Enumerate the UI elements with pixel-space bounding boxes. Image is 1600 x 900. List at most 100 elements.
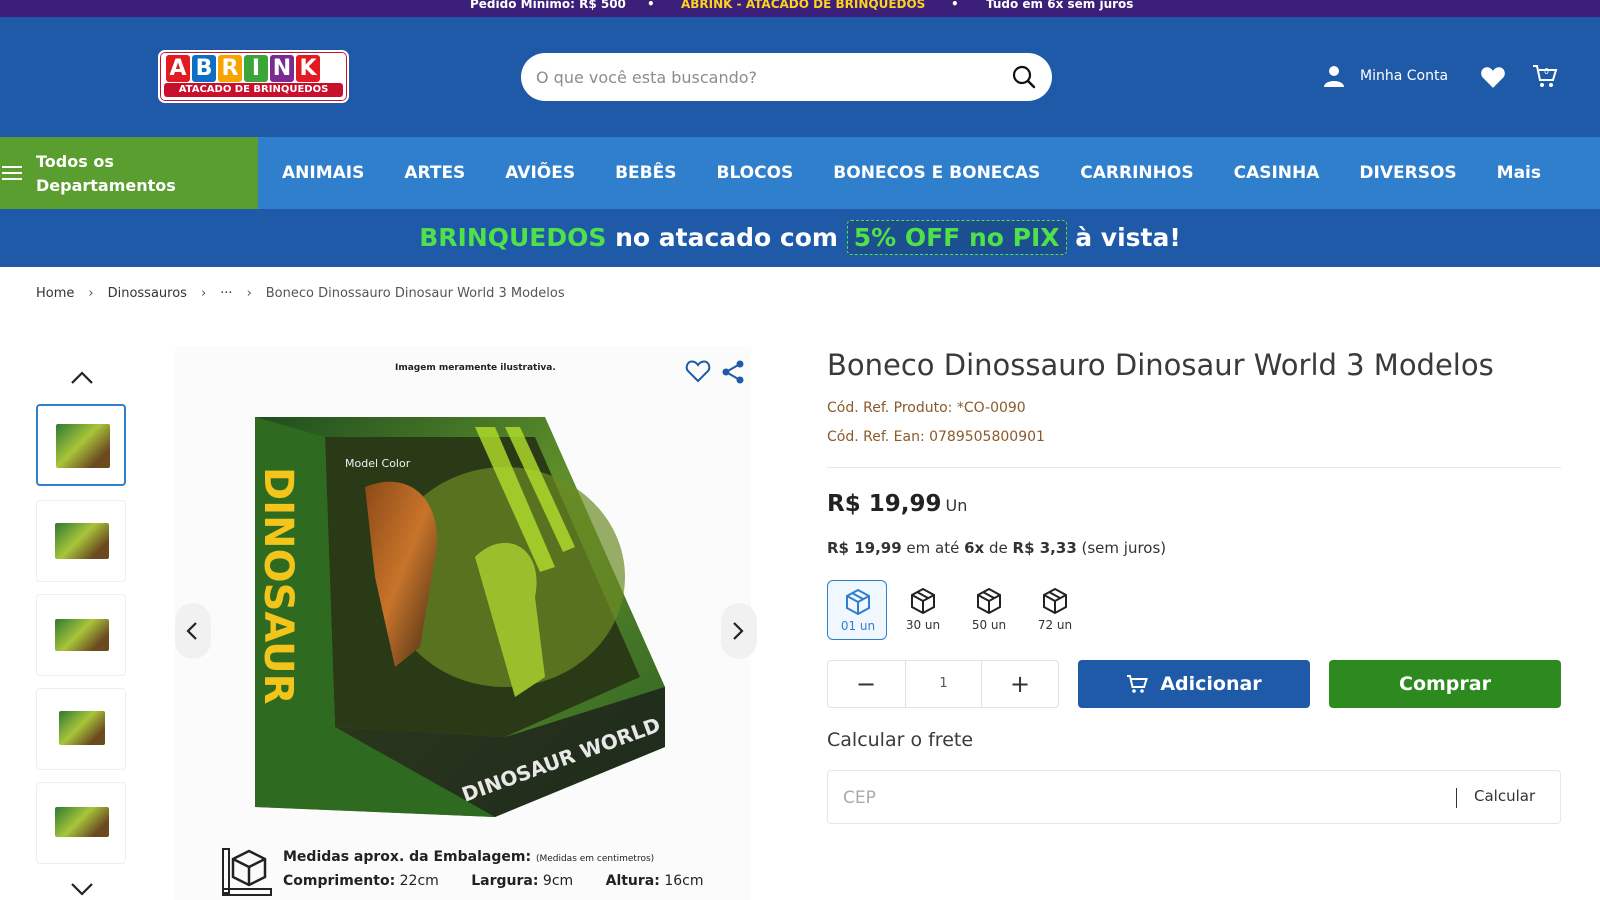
logo-letter: I bbox=[244, 55, 268, 82]
divider bbox=[827, 467, 1561, 468]
price-value: R$ 19,99 bbox=[827, 491, 942, 517]
measures-note: (Medidas em centimetros) bbox=[535, 854, 655, 864]
nav-item-casinha[interactable]: CASINHA bbox=[1214, 163, 1340, 183]
account-link[interactable]: Minha Conta bbox=[1322, 64, 1448, 88]
thumbnail-image bbox=[55, 523, 109, 559]
pack-option-50[interactable]: 50 un bbox=[959, 580, 1019, 640]
breadcrumb-category[interactable]: Dinossauros bbox=[108, 286, 187, 301]
package-ruler-icon bbox=[222, 848, 272, 896]
pack-size-selector: 01 un 30 un 50 un 72 un bbox=[827, 580, 1085, 640]
installments-text: Tudo em 6x sem juros bbox=[986, 0, 1134, 11]
cep-input[interactable] bbox=[843, 786, 1423, 810]
site-header: ABRINK ATACADO DE BRINQUEDOS Minha Conta… bbox=[0, 17, 1600, 137]
share-icon[interactable] bbox=[721, 359, 745, 385]
thumbs-up-chevron-icon[interactable] bbox=[68, 367, 96, 389]
width-value: 9cm bbox=[542, 873, 574, 889]
nav-item-carrinhos[interactable]: CARRINHOS bbox=[1060, 163, 1213, 183]
next-image-button[interactable] bbox=[721, 603, 757, 659]
nav-item-bebes[interactable]: BEBÊS bbox=[595, 163, 696, 183]
promo-text-end: à vista! bbox=[1066, 223, 1181, 252]
prev-image-button[interactable] bbox=[175, 603, 211, 659]
nav-item-artes[interactable]: ARTES bbox=[384, 163, 485, 183]
pack-option-01[interactable]: 01 un bbox=[827, 580, 887, 640]
search-icon[interactable] bbox=[1012, 65, 1036, 89]
chevron-left-icon bbox=[186, 622, 197, 640]
thumbnail-image bbox=[55, 619, 109, 651]
main-navigation: Todos os Departamentos ANIMAIS ARTES AVI… bbox=[0, 137, 1600, 209]
pack-option-72[interactable]: 72 un bbox=[1025, 580, 1085, 640]
nav-item-avioes[interactable]: AVIÕES bbox=[485, 163, 595, 183]
promo-pix-badge: 5% OFF no PIX bbox=[846, 220, 1067, 255]
measures-title-text: Medidas aprox. da Embalagem: bbox=[283, 849, 532, 865]
nav-item-bonecos[interactable]: BONECOS E BONECAS bbox=[813, 163, 1060, 183]
product-ean-code: Cód. Ref. Ean: 0789505800901 bbox=[827, 429, 1045, 445]
thumbnail-5[interactable] bbox=[36, 782, 126, 864]
promo-text: no atacado com bbox=[606, 223, 847, 252]
height-value: 16cm bbox=[664, 873, 704, 889]
all-departments-button[interactable]: Todos os Departamentos bbox=[0, 137, 258, 209]
nav-item-diversos[interactable]: DIVERSOS bbox=[1339, 163, 1476, 183]
installment-count: 6x bbox=[964, 539, 985, 557]
breadcrumb-home[interactable]: Home bbox=[36, 286, 74, 301]
nav-item-mais[interactable]: Mais bbox=[1477, 163, 1561, 183]
price-unit: Un bbox=[945, 496, 968, 515]
thumbnail-image bbox=[59, 711, 105, 745]
installment-text: em até bbox=[901, 539, 965, 557]
store-logo[interactable]: ABRINK ATACADO DE BRINQUEDOS bbox=[158, 50, 349, 103]
calculate-shipping-button[interactable]: Calcular bbox=[1474, 787, 1535, 805]
pack-label: 72 un bbox=[1037, 618, 1073, 632]
add-to-cart-button[interactable]: Adicionar bbox=[1078, 660, 1310, 708]
wishlist-heart-icon[interactable] bbox=[1480, 65, 1506, 89]
chevron-right-icon: › bbox=[246, 286, 252, 301]
cart-icon[interactable]: 0 bbox=[1532, 63, 1558, 89]
promo-banner[interactable]: BRINQUEDOS no atacado com 5% OFF no PIX … bbox=[0, 209, 1600, 267]
quantity-input[interactable]: 1 bbox=[905, 661, 982, 707]
separator-dot: • bbox=[951, 0, 959, 11]
store-tagline: ABRINK - ATACADO DE BRINQUEDOS bbox=[681, 0, 926, 11]
thumbnail-2[interactable] bbox=[36, 500, 126, 582]
illustrative-note: Imagem meramente ilustrativa. bbox=[395, 363, 556, 373]
logo-letters: ABRINK bbox=[166, 55, 320, 82]
installment-value: R$ 3,33 bbox=[1012, 539, 1077, 557]
chevron-right-icon: › bbox=[88, 286, 94, 301]
menu-icon bbox=[2, 166, 22, 180]
buy-now-button[interactable]: Comprar bbox=[1329, 660, 1561, 708]
favorite-heart-icon[interactable] bbox=[685, 359, 711, 383]
box-icon bbox=[1043, 587, 1067, 615]
chevron-right-icon bbox=[733, 622, 744, 640]
departments-label: Todos os Departamentos bbox=[36, 152, 176, 195]
top-announcement-bar: Pedido Mínimo: R$ 500 • ABRINK - ATACADO… bbox=[0, 0, 1600, 17]
logo-letter: A bbox=[166, 55, 190, 82]
pack-label: 01 un bbox=[840, 619, 876, 633]
measures-title: Medidas aprox. da Embalagem: (Medidas em… bbox=[283, 849, 654, 865]
nav-item-blocos[interactable]: BLOCOS bbox=[696, 163, 813, 183]
box-brand-text: DINOSAUR bbox=[255, 467, 301, 704]
thumbnail-4[interactable] bbox=[36, 688, 126, 770]
thumbnail-1[interactable] bbox=[36, 404, 126, 486]
breadcrumb-ellipsis[interactable]: ··· bbox=[220, 286, 232, 301]
logo-letter: N bbox=[270, 55, 294, 82]
product-ref-code: Cód. Ref. Produto: *CO-0090 bbox=[827, 400, 1026, 416]
increase-quantity-button[interactable]: + bbox=[982, 661, 1058, 707]
main-product-image[interactable]: Imagem meramente ilustrativa. DINOSAUR D… bbox=[175, 347, 757, 900]
height-label: Altura: bbox=[605, 873, 660, 889]
decrease-quantity-button[interactable]: − bbox=[828, 661, 904, 707]
quantity-stepper: − 1 + bbox=[827, 660, 1059, 708]
shipping-calculator: Calcular bbox=[827, 770, 1561, 824]
thumbnail-3[interactable] bbox=[36, 594, 126, 676]
category-menu: ANIMAIS ARTES AVIÕES BEBÊS BLOCOS BONECO… bbox=[262, 137, 1561, 209]
shipping-title: Calcular o frete bbox=[827, 729, 974, 751]
pack-option-30[interactable]: 30 un bbox=[893, 580, 953, 640]
thumbs-down-chevron-icon[interactable] bbox=[68, 878, 96, 900]
box-icon bbox=[911, 587, 935, 615]
product-box-illustration: DINOSAUR DINOSAUR WORLD Model Color bbox=[255, 417, 665, 817]
installment-total: R$ 19,99 bbox=[827, 539, 902, 557]
logo-letter: R bbox=[218, 55, 242, 82]
box-tag-text: Model Color bbox=[345, 457, 411, 470]
product-price: R$ 19,99 Un bbox=[827, 491, 967, 517]
search-input[interactable] bbox=[536, 65, 976, 89]
chevron-right-icon: › bbox=[200, 286, 207, 301]
promo-highlight: BRINQUEDOS bbox=[419, 223, 607, 252]
nav-item-animais[interactable]: ANIMAIS bbox=[262, 163, 384, 183]
divider bbox=[1456, 788, 1457, 808]
